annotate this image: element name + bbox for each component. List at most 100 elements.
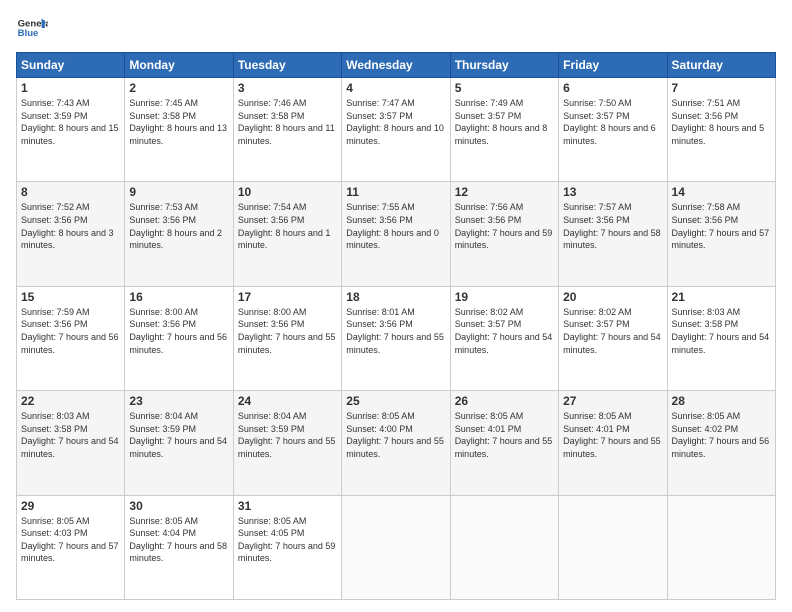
day-info: Sunrise: 8:05 AMSunset: 4:02 PMDaylight:… xyxy=(672,411,770,459)
day-number: 26 xyxy=(455,394,554,408)
day-info: Sunrise: 8:00 AMSunset: 3:56 PMDaylight:… xyxy=(129,307,227,355)
day-number: 23 xyxy=(129,394,228,408)
header: General Blue xyxy=(16,12,776,44)
day-info: Sunrise: 7:45 AMSunset: 3:58 PMDaylight:… xyxy=(129,98,227,146)
weekday-header-saturday: Saturday xyxy=(667,53,775,78)
day-number: 19 xyxy=(455,290,554,304)
calendar-cell: 9 Sunrise: 7:53 AMSunset: 3:56 PMDayligh… xyxy=(125,182,233,286)
day-info: Sunrise: 7:59 AMSunset: 3:56 PMDaylight:… xyxy=(21,307,119,355)
day-number: 24 xyxy=(238,394,337,408)
day-info: Sunrise: 7:49 AMSunset: 3:57 PMDaylight:… xyxy=(455,98,548,146)
calendar-cell: 5 Sunrise: 7:49 AMSunset: 3:57 PMDayligh… xyxy=(450,78,558,182)
calendar-cell: 11 Sunrise: 7:55 AMSunset: 3:56 PMDaylig… xyxy=(342,182,450,286)
day-number: 28 xyxy=(672,394,771,408)
day-number: 18 xyxy=(346,290,445,304)
calendar-cell: 29 Sunrise: 8:05 AMSunset: 4:03 PMDaylig… xyxy=(17,495,125,599)
calendar-cell xyxy=(342,495,450,599)
weekday-header-monday: Monday xyxy=(125,53,233,78)
calendar-cell: 15 Sunrise: 7:59 AMSunset: 3:56 PMDaylig… xyxy=(17,286,125,390)
day-number: 27 xyxy=(563,394,662,408)
calendar-cell: 28 Sunrise: 8:05 AMSunset: 4:02 PMDaylig… xyxy=(667,391,775,495)
day-info: Sunrise: 7:51 AMSunset: 3:56 PMDaylight:… xyxy=(672,98,765,146)
day-info: Sunrise: 7:46 AMSunset: 3:58 PMDaylight:… xyxy=(238,98,335,146)
day-info: Sunrise: 7:56 AMSunset: 3:56 PMDaylight:… xyxy=(455,202,553,250)
day-number: 8 xyxy=(21,185,120,199)
day-number: 22 xyxy=(21,394,120,408)
day-info: Sunrise: 8:05 AMSunset: 4:04 PMDaylight:… xyxy=(129,516,227,564)
calendar-cell: 26 Sunrise: 8:05 AMSunset: 4:01 PMDaylig… xyxy=(450,391,558,495)
day-info: Sunrise: 8:04 AMSunset: 3:59 PMDaylight:… xyxy=(129,411,227,459)
day-info: Sunrise: 7:47 AMSunset: 3:57 PMDaylight:… xyxy=(346,98,444,146)
day-info: Sunrise: 8:01 AMSunset: 3:56 PMDaylight:… xyxy=(346,307,444,355)
calendar-cell: 21 Sunrise: 8:03 AMSunset: 3:58 PMDaylig… xyxy=(667,286,775,390)
day-number: 21 xyxy=(672,290,771,304)
calendar-cell: 6 Sunrise: 7:50 AMSunset: 3:57 PMDayligh… xyxy=(559,78,667,182)
calendar-cell: 10 Sunrise: 7:54 AMSunset: 3:56 PMDaylig… xyxy=(233,182,341,286)
day-number: 15 xyxy=(21,290,120,304)
day-info: Sunrise: 7:50 AMSunset: 3:57 PMDaylight:… xyxy=(563,98,656,146)
day-info: Sunrise: 7:57 AMSunset: 3:56 PMDaylight:… xyxy=(563,202,661,250)
day-number: 4 xyxy=(346,81,445,95)
day-number: 7 xyxy=(672,81,771,95)
calendar-cell: 14 Sunrise: 7:58 AMSunset: 3:56 PMDaylig… xyxy=(667,182,775,286)
day-info: Sunrise: 7:54 AMSunset: 3:56 PMDaylight:… xyxy=(238,202,331,250)
day-info: Sunrise: 7:58 AMSunset: 3:56 PMDaylight:… xyxy=(672,202,770,250)
day-number: 29 xyxy=(21,499,120,513)
calendar-cell: 4 Sunrise: 7:47 AMSunset: 3:57 PMDayligh… xyxy=(342,78,450,182)
calendar-cell: 23 Sunrise: 8:04 AMSunset: 3:59 PMDaylig… xyxy=(125,391,233,495)
day-number: 6 xyxy=(563,81,662,95)
calendar-cell: 31 Sunrise: 8:05 AMSunset: 4:05 PMDaylig… xyxy=(233,495,341,599)
calendar-cell: 16 Sunrise: 8:00 AMSunset: 3:56 PMDaylig… xyxy=(125,286,233,390)
calendar-cell: 2 Sunrise: 7:45 AMSunset: 3:58 PMDayligh… xyxy=(125,78,233,182)
calendar-cell: 7 Sunrise: 7:51 AMSunset: 3:56 PMDayligh… xyxy=(667,78,775,182)
calendar-cell: 1 Sunrise: 7:43 AMSunset: 3:59 PMDayligh… xyxy=(17,78,125,182)
day-info: Sunrise: 8:05 AMSunset: 4:01 PMDaylight:… xyxy=(563,411,661,459)
day-number: 2 xyxy=(129,81,228,95)
calendar-page: General Blue SundayMondayTuesdayWednesda… xyxy=(0,0,792,612)
calendar-cell: 17 Sunrise: 8:00 AMSunset: 3:56 PMDaylig… xyxy=(233,286,341,390)
day-number: 5 xyxy=(455,81,554,95)
calendar-cell: 12 Sunrise: 7:56 AMSunset: 3:56 PMDaylig… xyxy=(450,182,558,286)
weekday-header-thursday: Thursday xyxy=(450,53,558,78)
calendar-cell xyxy=(450,495,558,599)
weekday-header-friday: Friday xyxy=(559,53,667,78)
day-number: 3 xyxy=(238,81,337,95)
day-info: Sunrise: 8:03 AMSunset: 3:58 PMDaylight:… xyxy=(672,307,770,355)
calendar-cell: 25 Sunrise: 8:05 AMSunset: 4:00 PMDaylig… xyxy=(342,391,450,495)
calendar-cell: 19 Sunrise: 8:02 AMSunset: 3:57 PMDaylig… xyxy=(450,286,558,390)
day-info: Sunrise: 8:05 AMSunset: 4:05 PMDaylight:… xyxy=(238,516,336,564)
day-info: Sunrise: 8:02 AMSunset: 3:57 PMDaylight:… xyxy=(455,307,553,355)
calendar-cell xyxy=(667,495,775,599)
weekday-header-sunday: Sunday xyxy=(17,53,125,78)
calendar-cell: 24 Sunrise: 8:04 AMSunset: 3:59 PMDaylig… xyxy=(233,391,341,495)
calendar-table: SundayMondayTuesdayWednesdayThursdayFrid… xyxy=(16,52,776,600)
day-info: Sunrise: 7:43 AMSunset: 3:59 PMDaylight:… xyxy=(21,98,119,146)
logo-icon: General Blue xyxy=(16,12,48,44)
calendar-cell: 3 Sunrise: 7:46 AMSunset: 3:58 PMDayligh… xyxy=(233,78,341,182)
day-number: 17 xyxy=(238,290,337,304)
svg-text:Blue: Blue xyxy=(18,28,39,39)
day-number: 14 xyxy=(672,185,771,199)
day-number: 31 xyxy=(238,499,337,513)
calendar-cell: 8 Sunrise: 7:52 AMSunset: 3:56 PMDayligh… xyxy=(17,182,125,286)
day-number: 10 xyxy=(238,185,337,199)
day-info: Sunrise: 8:05 AMSunset: 4:00 PMDaylight:… xyxy=(346,411,444,459)
calendar-cell: 27 Sunrise: 8:05 AMSunset: 4:01 PMDaylig… xyxy=(559,391,667,495)
calendar-cell: 13 Sunrise: 7:57 AMSunset: 3:56 PMDaylig… xyxy=(559,182,667,286)
day-info: Sunrise: 7:53 AMSunset: 3:56 PMDaylight:… xyxy=(129,202,222,250)
calendar-cell: 18 Sunrise: 8:01 AMSunset: 3:56 PMDaylig… xyxy=(342,286,450,390)
day-info: Sunrise: 8:03 AMSunset: 3:58 PMDaylight:… xyxy=(21,411,119,459)
day-number: 20 xyxy=(563,290,662,304)
day-number: 9 xyxy=(129,185,228,199)
day-info: Sunrise: 8:02 AMSunset: 3:57 PMDaylight:… xyxy=(563,307,661,355)
calendar-cell: 22 Sunrise: 8:03 AMSunset: 3:58 PMDaylig… xyxy=(17,391,125,495)
day-number: 30 xyxy=(129,499,228,513)
day-info: Sunrise: 8:05 AMSunset: 4:01 PMDaylight:… xyxy=(455,411,553,459)
day-info: Sunrise: 7:55 AMSunset: 3:56 PMDaylight:… xyxy=(346,202,439,250)
weekday-header-tuesday: Tuesday xyxy=(233,53,341,78)
day-number: 11 xyxy=(346,185,445,199)
day-number: 13 xyxy=(563,185,662,199)
day-number: 1 xyxy=(21,81,120,95)
day-info: Sunrise: 8:04 AMSunset: 3:59 PMDaylight:… xyxy=(238,411,336,459)
day-number: 12 xyxy=(455,185,554,199)
